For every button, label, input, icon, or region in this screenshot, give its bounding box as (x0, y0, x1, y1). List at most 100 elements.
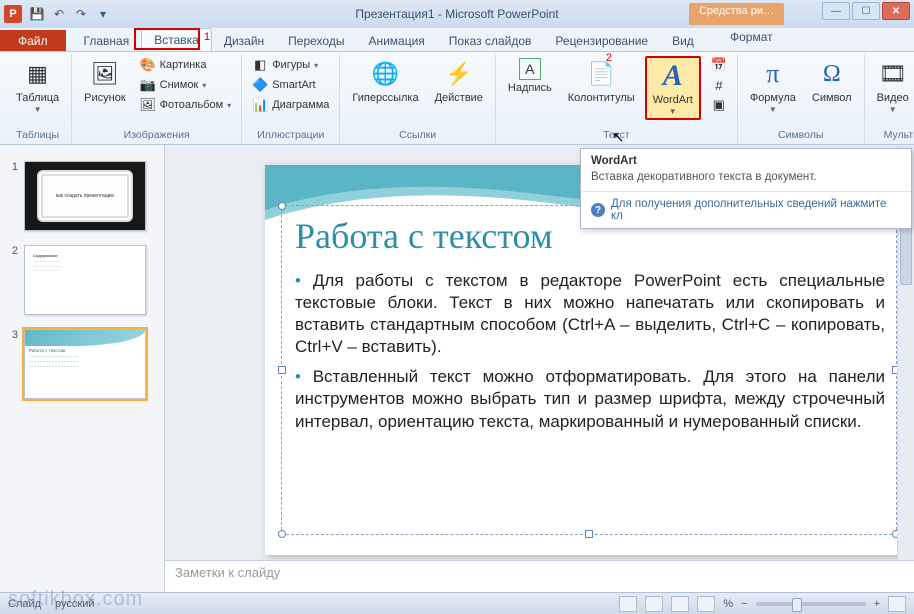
notes-pane[interactable]: Заметки к слайду (165, 560, 914, 592)
clipart-button[interactable]: 🎨Картинка (136, 56, 236, 74)
textbox-icon: A (519, 58, 541, 80)
table-button[interactable]: ▦ Таблица▼ (10, 56, 65, 116)
resize-handle-sw[interactable] (278, 530, 286, 538)
contextual-tab[interactable]: Средства ри… (689, 3, 784, 25)
group-label-media: Мультимедиа (871, 127, 914, 142)
app-icon: P (4, 5, 22, 23)
chart-button[interactable]: 📊Диаграмма (248, 96, 333, 114)
thumbnails-panel: 1 как создать презентацию 2 Содержание……… (0, 145, 165, 592)
readingview-button[interactable] (671, 596, 689, 612)
thumbnail-2[interactable]: 2 Содержание……………………………………………………… (8, 245, 156, 315)
group-label-symbols: Символы (744, 127, 858, 142)
hyperlink-button[interactable]: 🌐Гиперссылка (346, 56, 424, 107)
clipart-icon: 🎨 (140, 57, 156, 73)
zoom-out-button[interactable]: − (741, 598, 747, 610)
annotation-label-1: 1 (204, 31, 210, 43)
tooltip-help: ?Для получения дополнительных сведений н… (581, 191, 911, 228)
resize-handle-s[interactable] (585, 530, 593, 538)
slideshowview-button[interactable] (697, 596, 715, 612)
video-icon: 🎞 (877, 58, 909, 90)
thumbnail-1[interactable]: 1 как создать презентацию (8, 161, 156, 231)
globe-icon: 🌐 (369, 58, 401, 90)
qat-dropdown-icon[interactable]: ▾ (94, 5, 112, 23)
zoom-percent[interactable]: % (723, 598, 733, 610)
formula-button[interactable]: πФормула▼ (744, 56, 802, 116)
sorterview-button[interactable] (645, 596, 663, 612)
ribbon: ▦ Таблица▼ Таблицы 🖼 Рисунок 🎨Картинка 📷… (0, 52, 914, 145)
redo-icon[interactable]: ↷ (72, 5, 90, 23)
tab-view[interactable]: Вид (660, 30, 706, 51)
wordart-icon: A (657, 60, 689, 92)
table-icon: ▦ (22, 58, 54, 90)
group-label-tables: Таблицы (10, 127, 65, 142)
undo-icon[interactable]: ↶ (50, 5, 68, 23)
group-illustrations: ◧Фигуры▾ 🔷SmartArt 📊Диаграмма Иллюстраци… (242, 54, 340, 144)
slide-title[interactable]: Работа с текстом (295, 215, 553, 257)
photoalbum-button[interactable]: 🖼Фотоальбом▾ (136, 96, 236, 114)
group-symbols: πФормула▼ ΩСимвол Символы (738, 54, 865, 144)
mouse-cursor: ↖ (612, 128, 625, 146)
action-button[interactable]: ⚡Действие (429, 56, 489, 107)
annotation-label-2: 2 (606, 52, 612, 64)
zoom-slider[interactable] (756, 602, 866, 606)
video-button[interactable]: 🎞Видео▼ (871, 56, 914, 116)
object-button[interactable]: ▣ (707, 96, 731, 114)
shapes-icon: ◧ (252, 57, 268, 73)
tab-design[interactable]: Дизайн (212, 30, 276, 51)
datetime-icon: 📅 (711, 57, 727, 73)
headerfooter-button[interactable]: 📄Колонтитулы (562, 56, 641, 107)
chart-icon: 📊 (252, 97, 268, 113)
omega-icon: Ω (816, 58, 848, 90)
photoalbum-icon: 🖼 (140, 97, 156, 113)
normalview-button[interactable] (619, 596, 637, 612)
tab-format[interactable]: Формат (730, 30, 773, 44)
screenshot-icon: 📷 (140, 77, 156, 93)
resize-handle-w[interactable] (278, 366, 286, 374)
tab-slideshow[interactable]: Показ слайдов (437, 30, 544, 51)
group-label-links: Ссылки (346, 127, 489, 142)
tab-review[interactable]: Рецензирование (543, 30, 660, 51)
resize-handle-nw[interactable] (278, 202, 286, 210)
object-icon: ▣ (711, 97, 727, 113)
textbox-button[interactable]: AНадпись (502, 56, 558, 97)
group-label-illus: Иллюстрации (248, 127, 333, 142)
minimize-button[interactable]: — (822, 2, 850, 20)
thumbnail-3[interactable]: 3 Работа с текстом…………………………………………………………… (8, 329, 156, 399)
action-icon: ⚡ (443, 58, 475, 90)
title-bar: P 💾 ↶ ↷ ▾ Презентация1 - Microsoft Power… (0, 0, 914, 28)
screenshot-button[interactable]: 📷Снимок▾ (136, 76, 236, 94)
zoom-in-button[interactable]: + (874, 598, 880, 610)
quick-access-toolbar: 💾 ↶ ↷ ▾ (28, 5, 112, 23)
tab-animations[interactable]: Анимация (356, 30, 436, 51)
wordart-button[interactable]: AWordArt▼ (645, 56, 701, 120)
picture-icon: 🖼 (89, 58, 121, 90)
maximize-button[interactable]: ☐ (852, 2, 880, 20)
headerfooter-icon: 📄 (585, 58, 617, 90)
datetime-button[interactable]: 📅 (707, 56, 731, 74)
number-icon: # (711, 77, 727, 93)
fit-button[interactable] (888, 596, 906, 612)
watermark: softikbox.com (8, 588, 143, 611)
pi-icon: π (757, 58, 789, 90)
smartart-icon: 🔷 (252, 77, 268, 93)
shapes-button[interactable]: ◧Фигуры▾ (248, 56, 333, 74)
annotation-box-1 (134, 28, 200, 50)
tooltip-title: WordArt (581, 149, 911, 169)
slidenumber-button[interactable]: # (707, 76, 731, 94)
group-tables: ▦ Таблица▼ Таблицы (4, 54, 72, 144)
save-icon[interactable]: 💾 (28, 5, 46, 23)
tab-file[interactable]: Файл (0, 30, 66, 51)
picture-button[interactable]: 🖼 Рисунок (78, 56, 132, 107)
slide-body[interactable]: Для работы с текстом в редакторе PowerPo… (295, 270, 885, 441)
smartart-button[interactable]: 🔷SmartArt (248, 76, 333, 94)
tab-transitions[interactable]: Переходы (276, 30, 356, 51)
symbol-button[interactable]: ΩСимвол (806, 56, 858, 107)
tab-home[interactable]: Главная (72, 30, 142, 51)
group-label-images: Изображения (78, 127, 235, 142)
tooltip-body: Вставка декоративного текста в документ. (581, 169, 911, 191)
close-button[interactable]: ✕ (882, 2, 910, 20)
group-images: 🖼 Рисунок 🎨Картинка 📷Снимок▾ 🖼Фотоальбом… (72, 54, 242, 144)
group-media: 🎞Видео▼ 🔊Звук▼ Мультимедиа (865, 54, 914, 144)
help-icon: ? (591, 203, 605, 217)
group-links: 🌐Гиперссылка ⚡Действие Ссылки (340, 54, 496, 144)
